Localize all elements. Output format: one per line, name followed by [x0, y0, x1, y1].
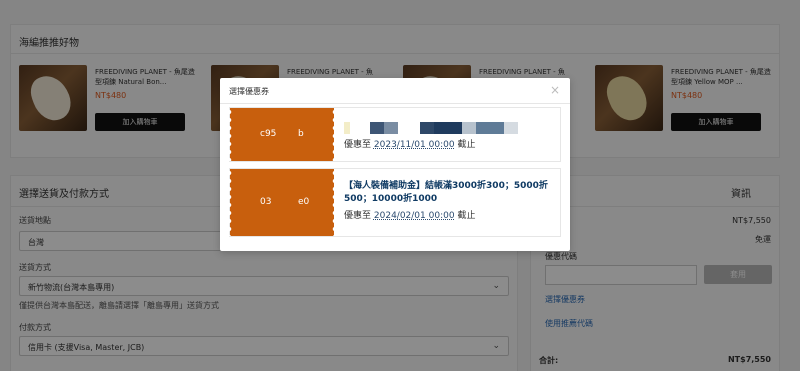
coupon-stub: 03 e0: [229, 169, 335, 236]
coupon-card[interactable]: 03 e0 【海人裝備補助金】結帳滿3000折300；5000折500；1000…: [229, 168, 561, 237]
close-icon[interactable]: ×: [550, 83, 560, 97]
coupon-body: 優惠至 2023/11/01 00:00 截止: [344, 138, 552, 152]
coupon-stub: c95 b: [229, 108, 335, 161]
modal-title: 選擇優惠券: [229, 87, 269, 96]
modal-header: 選擇優惠券 ×: [220, 78, 570, 104]
coupon-code-part: c95: [260, 129, 277, 139]
coupon-card[interactable]: c95 b 優惠至 2023/11/01 00:00 截止: [229, 107, 561, 162]
coupon-code-part: e0: [298, 197, 310, 207]
validity-date: 2024/02/01 00:00: [373, 211, 455, 221]
coupon-title: 【海人裝備補助金】結帳滿3000折300；5000折500；10000折1000: [344, 181, 548, 204]
coupon-validity: 優惠至 2023/11/01 00:00 截止: [344, 138, 552, 152]
coupon-code-part: 03: [260, 197, 272, 207]
coupon-modal: 選擇優惠券 × c95 b 優惠至 2023/11/01 00:00 截止 03…: [220, 78, 570, 251]
validity-suffix: 截止: [457, 140, 476, 150]
coupon-validity: 優惠至 2024/02/01 00:00 截止: [344, 209, 552, 223]
validity-prefix: 優惠至: [344, 211, 372, 221]
coupon-code-part: b: [298, 129, 304, 139]
coupon-body: 【海人裝備補助金】結帳滿3000折300；5000折500；10000折1000…: [344, 180, 552, 223]
validity-suffix: 截止: [457, 211, 476, 221]
validity-date: 2023/11/01 00:00: [373, 140, 455, 150]
validity-prefix: 優惠至: [344, 140, 372, 150]
redacted-coupon-title: [344, 122, 520, 134]
